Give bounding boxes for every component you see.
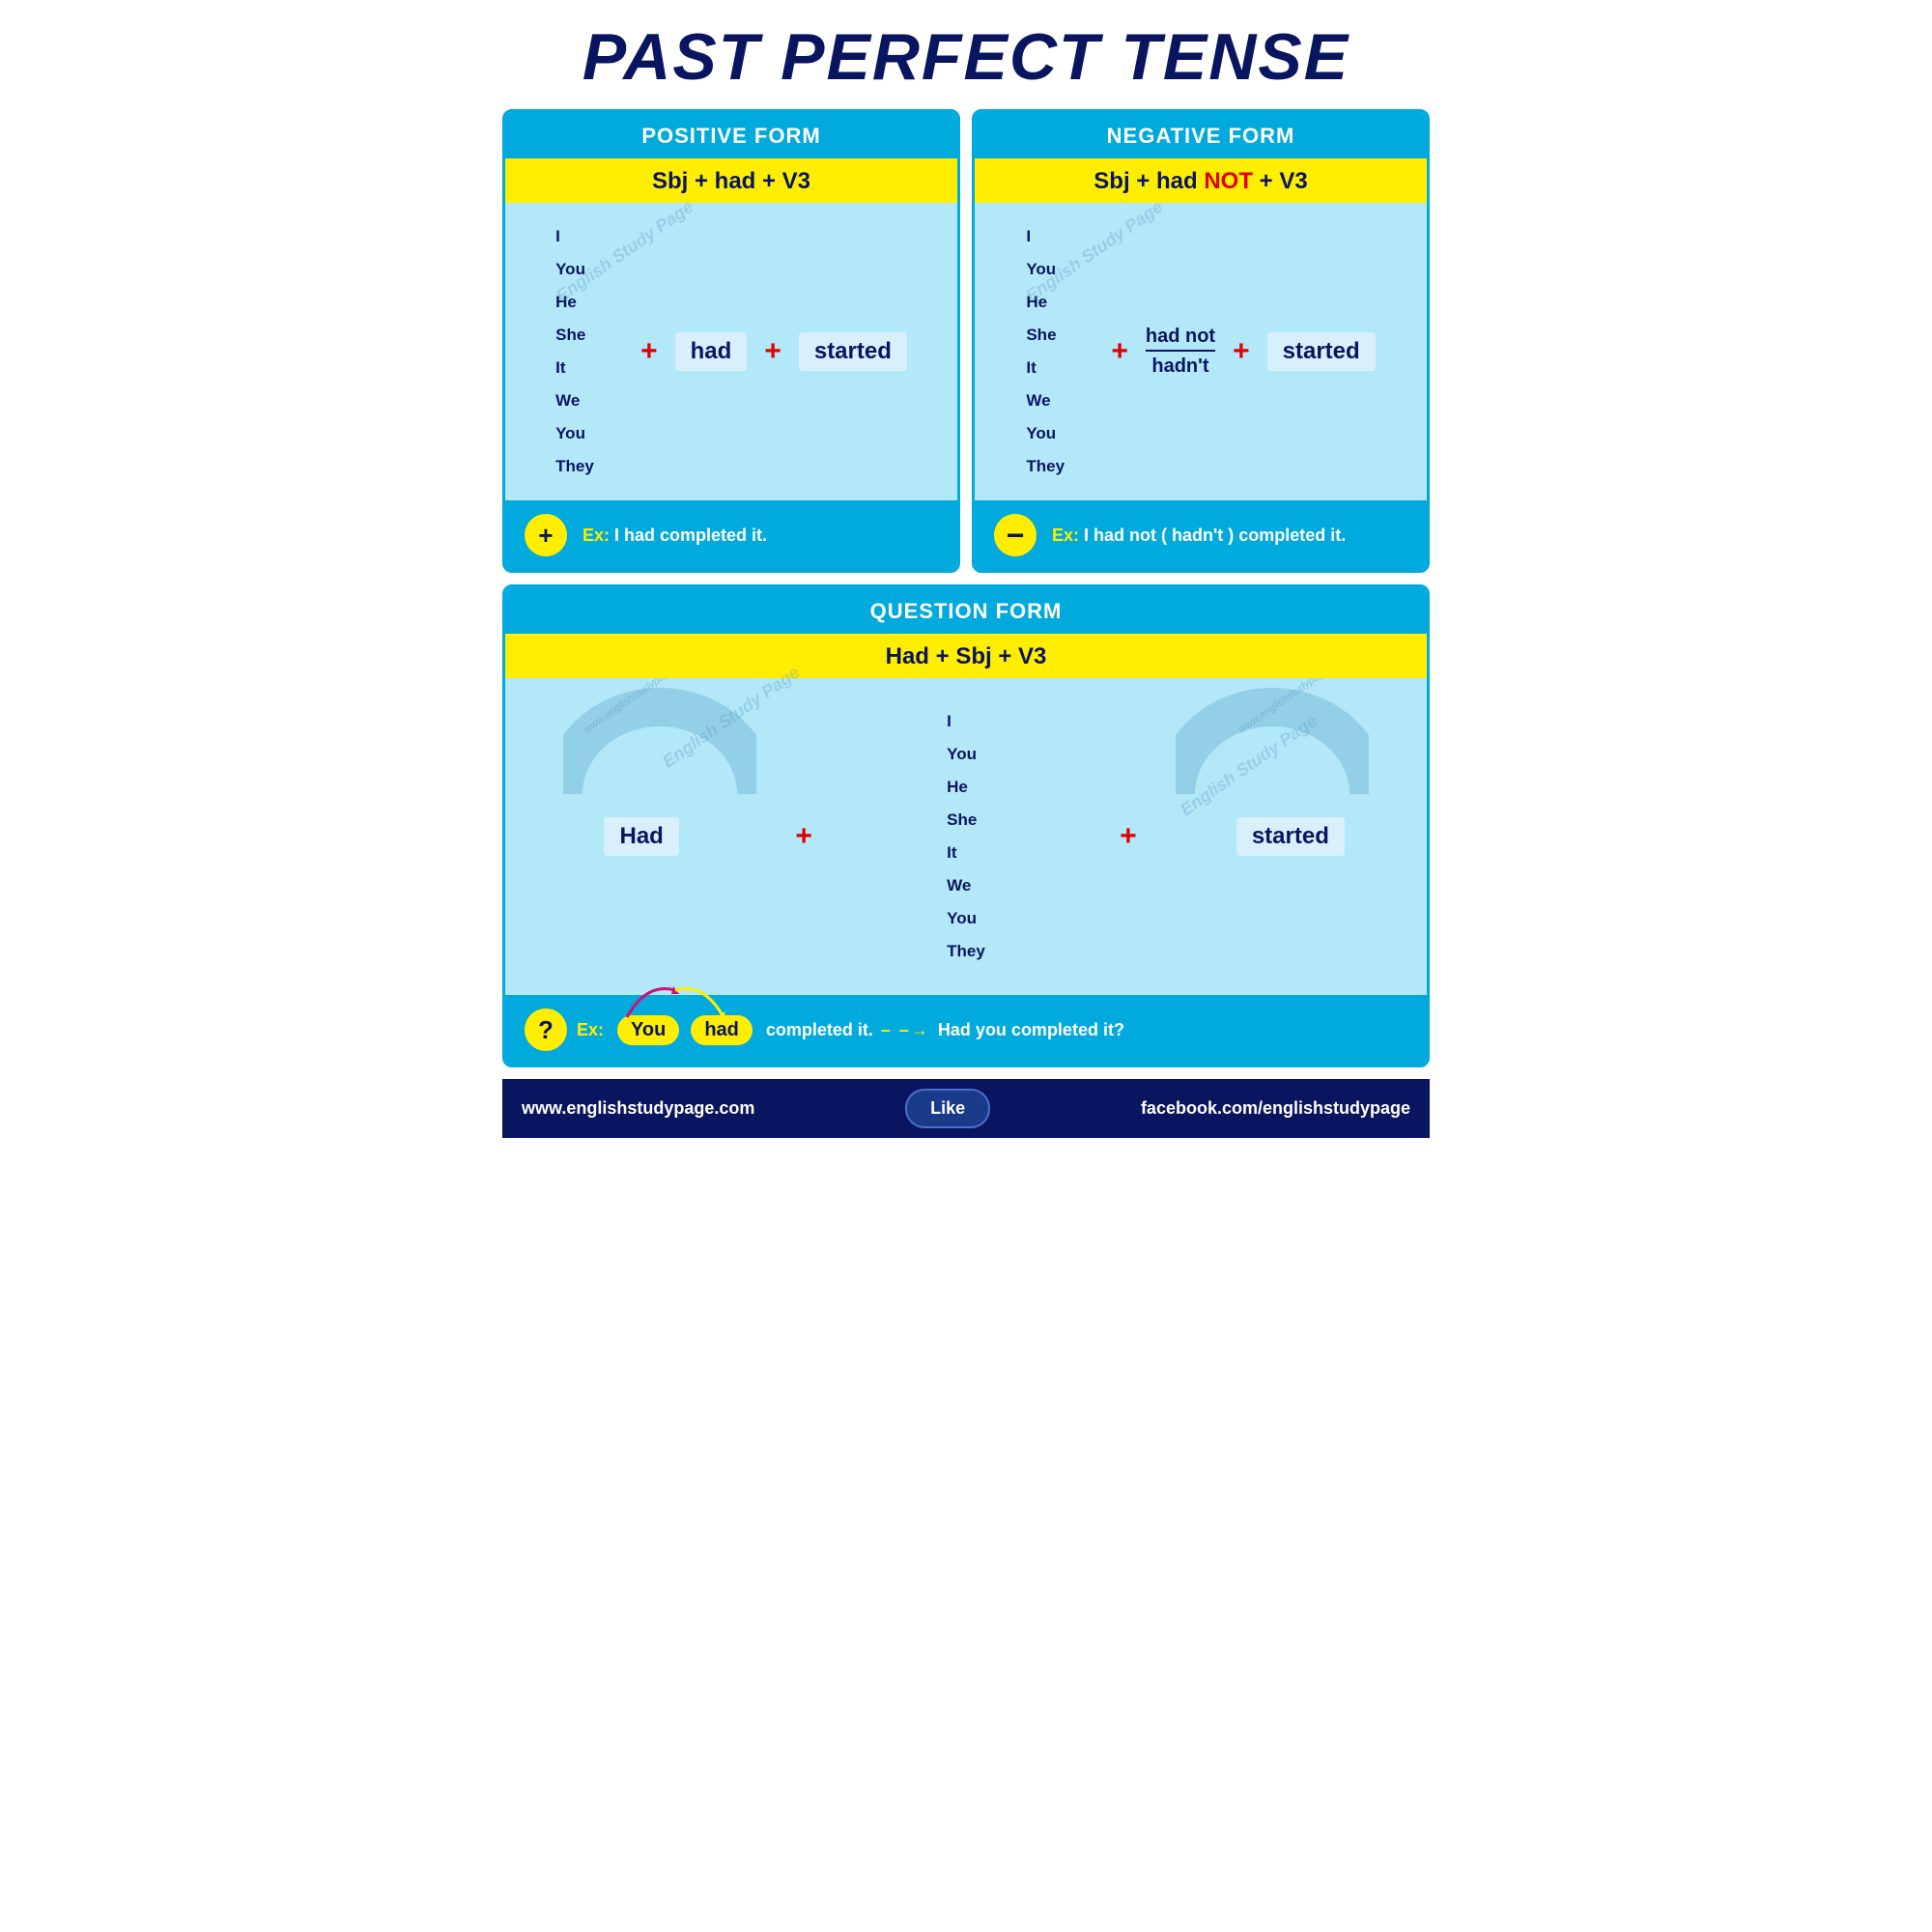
arch-arrow-svg: [617, 980, 733, 1019]
question-form-body: www.englishstudypage.com www.englishstud…: [505, 678, 1427, 995]
question-plus-1: +: [795, 820, 812, 853]
question-body-inner: Had + IYouHeSheItWeYouThey + started: [505, 696, 1427, 978]
footer: www.englishstudypage.com Like facebook.c…: [502, 1079, 1430, 1138]
footer-left: www.englishstudypage.com: [522, 1098, 754, 1119]
negative-formula-before: Sbj + had: [1094, 168, 1204, 194]
question-example-bar: ? Ex: You had: [505, 995, 1427, 1065]
question-formula: Had + Sbj + V3: [505, 634, 1427, 678]
positive-pronouns: IYouHeSheItWeYouThey: [555, 220, 623, 483]
negative-formula-after: + V3: [1253, 168, 1308, 194]
question-plus-2: +: [1120, 820, 1137, 853]
negative-form-box: NEGATIVE FORM Sbj + had NOT + V3 English…: [972, 109, 1430, 573]
positive-started: started: [799, 332, 907, 371]
page: PAST PERFECT TENSE POSITIVE FORM Sbj + h…: [483, 0, 1449, 1148]
question-you: You: [617, 1015, 679, 1045]
negative-example-text: Ex: I had not ( hadn't ) completed it.: [1052, 526, 1346, 546]
negative-formula-not: NOT: [1204, 168, 1253, 194]
question-started-col: started: [1154, 817, 1427, 856]
positive-form-box: POSITIVE FORM Sbj + had + V3 English Stu…: [502, 109, 960, 573]
negative-form-body: English Study Page IYouHeSheItWeYouThey …: [975, 203, 1427, 500]
question-circle: ?: [525, 1009, 567, 1051]
positive-example-bar: + Ex: I had completed it.: [505, 500, 957, 570]
question-completed: completed it.: [766, 1020, 873, 1040]
positive-form-header: POSITIVE FORM: [505, 112, 957, 158]
question-ex-label: Ex:: [577, 1020, 604, 1040]
question-had-word: had: [691, 1015, 753, 1045]
question-pronouns-col: IYouHeSheItWeYouThey: [830, 705, 1102, 968]
positive-plus-2: +: [764, 335, 781, 368]
negative-had-not: had not: [1146, 326, 1215, 348]
question-result: Had you completed it?: [938, 1020, 1124, 1040]
positive-example-text: Ex: I had completed it.: [582, 526, 767, 546]
positive-ex-label: Ex:: [582, 526, 610, 545]
question-started: started: [1236, 817, 1345, 856]
negative-ex-label: Ex:: [1052, 526, 1079, 545]
negative-example-sentence: I had not ( hadn't ) completed it.: [1084, 526, 1346, 545]
negative-plus-1: +: [1111, 335, 1128, 368]
negative-aux: had not hadn't: [1146, 326, 1215, 378]
question-arch-arrows: You had: [617, 1015, 753, 1045]
question-pronouns: IYouHeSheItWeYouThey: [947, 705, 985, 968]
positive-formula: Sbj + had + V3: [505, 158, 957, 203]
negative-started: started: [1267, 332, 1376, 371]
negative-pronouns: IYouHeSheItWeYouThey: [1026, 220, 1094, 483]
positive-plus-1: +: [640, 335, 658, 368]
page-title: PAST PERFECT TENSE: [502, 19, 1430, 95]
question-arrow-dashed: – –→: [881, 1020, 930, 1040]
question-you-had: You had: [617, 1015, 753, 1045]
negative-example-bar: − Ex: I had not ( hadn't ) completed it.: [975, 500, 1427, 570]
question-example-content: Ex: You had compl: [577, 1015, 1124, 1045]
like-button[interactable]: Like: [905, 1089, 990, 1128]
positive-example-sentence: I had completed it.: [614, 526, 767, 545]
positive-circle: +: [525, 514, 567, 556]
negative-form-header: NEGATIVE FORM: [975, 112, 1427, 158]
question-had: Had: [604, 817, 678, 856]
positive-had: had: [675, 332, 748, 371]
negative-plus-2: +: [1233, 335, 1250, 368]
positive-form-body: English Study Page IYouHeSheItWeYouThey …: [505, 203, 957, 500]
negative-circle: −: [994, 514, 1037, 556]
negative-formula: Sbj + had NOT + V3: [975, 158, 1427, 203]
question-form-header: QUESTION FORM: [505, 587, 1427, 634]
question-form-box: QUESTION FORM Had + Sbj + V3 www.english…: [502, 584, 1430, 1067]
negative-hadnt: hadn't: [1146, 355, 1215, 378]
top-row: POSITIVE FORM Sbj + had + V3 English Stu…: [502, 109, 1430, 573]
footer-right: facebook.com/englishstudypage: [1141, 1098, 1410, 1119]
question-had-col: Had: [505, 817, 778, 856]
